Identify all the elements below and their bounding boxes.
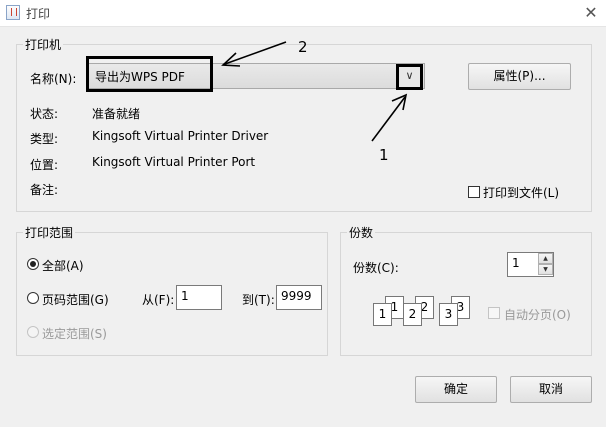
close-button[interactable]: ✕: [578, 2, 604, 24]
type-value: Kingsoft Virtual Printer Driver: [92, 129, 269, 143]
collate-label: 自动分页(O): [504, 308, 571, 322]
print-to-file-label: 打印到文件(L): [483, 186, 560, 200]
status-value: 准备就绪: [92, 107, 141, 121]
page-range-label: 页码范围(G): [42, 293, 109, 307]
to-label: 到(T):: [242, 293, 275, 307]
selection-radio[interactable]: [27, 326, 39, 338]
collate-page-icon: 1: [373, 303, 392, 326]
annotation-label-1: 1: [379, 146, 389, 164]
copies-increment-button[interactable]: ▲: [538, 253, 553, 264]
collate-page-icon: 2: [403, 303, 422, 326]
all-pages-label: 全部(A): [42, 259, 84, 273]
collate-checkbox[interactable]: [488, 307, 500, 319]
printer-group-legend: 打印机: [25, 38, 62, 52]
print-range-legend: 打印范围: [25, 226, 74, 240]
chevron-down-icon: ∨: [405, 69, 414, 82]
type-label: 类型:: [30, 132, 59, 146]
printer-name-label: 名称(N):: [30, 72, 77, 86]
ok-button[interactable]: 确定: [415, 376, 497, 403]
location-label: 位置:: [30, 158, 59, 172]
copies-count-label: 份数(C):: [353, 261, 399, 275]
from-page-input[interactable]: 1: [176, 285, 222, 310]
collate-illustration: 1 1 2 2 3 3: [371, 296, 471, 328]
status-label: 状态:: [30, 107, 59, 121]
copies-group: 份数: [340, 224, 592, 356]
all-pages-radio[interactable]: [27, 258, 39, 270]
comment-label: 备注:: [30, 183, 59, 197]
annotation-label-2: 2: [298, 38, 308, 56]
collate-page-icon: 3: [439, 303, 458, 326]
annotation-highlight-box-printer-name: [86, 56, 213, 92]
title-bar: 打印 ✕: [0, 0, 606, 27]
selection-label: 选定范围(S): [42, 327, 107, 341]
page-range-radio[interactable]: [27, 292, 39, 304]
properties-button[interactable]: 属性(P)...: [468, 63, 571, 90]
from-label: 从(F):: [142, 293, 175, 307]
cancel-button[interactable]: 取消: [510, 376, 592, 403]
to-page-input[interactable]: 9999: [276, 285, 322, 310]
location-value: Kingsoft Virtual Printer Port: [92, 155, 256, 169]
window-title: 打印: [26, 7, 51, 21]
copies-legend: 份数: [349, 226, 374, 240]
copies-decrement-button[interactable]: ▼: [538, 264, 553, 275]
java-app-icon: [6, 5, 20, 20]
printer-dropdown-button[interactable]: ∨: [396, 64, 423, 90]
print-to-file-checkbox[interactable]: [468, 186, 480, 198]
